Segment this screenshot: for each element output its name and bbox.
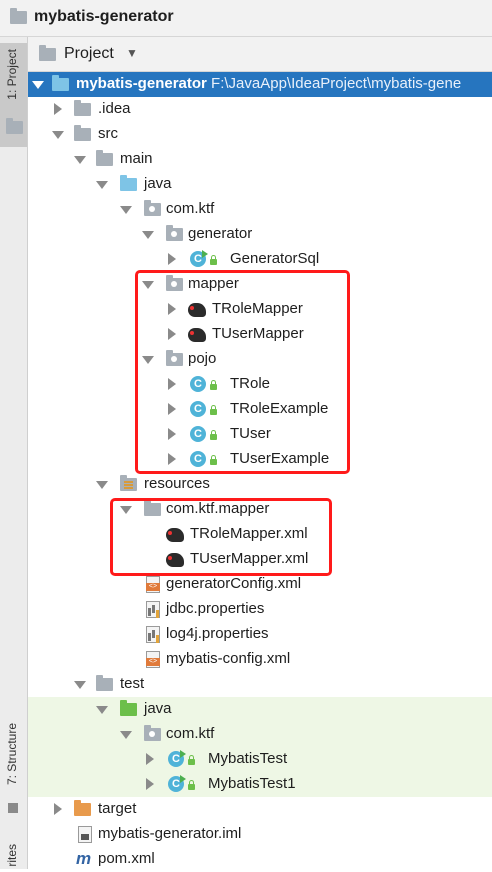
tree-item-label: MybatisTest1 [208, 775, 296, 792]
resources-folder-icon [120, 475, 137, 491]
chevron-down-icon[interactable]: ▼ [126, 46, 138, 60]
chevron-right-icon[interactable] [146, 753, 154, 765]
tree-item-test[interactable]: test [28, 672, 492, 697]
tree-item-src[interactable]: src [28, 122, 492, 147]
tree-item-label: generator [188, 225, 253, 242]
chevron-down-icon[interactable] [96, 481, 108, 489]
project-view-header: Project ▼ [28, 37, 492, 72]
tree-item-label: mybatis-generator.iml [98, 825, 242, 842]
xml-file-icon [146, 651, 160, 668]
run-marker-icon [180, 775, 186, 783]
chevron-right-icon[interactable] [54, 803, 62, 815]
tree-item-label: main [120, 150, 153, 167]
root-name: mybatis-generator [76, 75, 207, 92]
tree-item-label: GeneratorSql [230, 250, 320, 267]
project-view-selector[interactable]: Project [64, 45, 114, 63]
tree-item-label: com.ktf [166, 200, 215, 217]
tab-structure[interactable]: 7: Structure [0, 719, 27, 819]
tree-item-label: generatorConfig.xml [166, 575, 302, 592]
run-marker-icon [202, 250, 208, 258]
tree-item-test-com-ktf[interactable]: com.ktf [28, 722, 492, 747]
module-file-icon [78, 826, 92, 843]
chevron-down-icon[interactable] [52, 131, 64, 139]
chevron-down-icon[interactable] [74, 681, 86, 689]
folder-icon [74, 100, 91, 116]
source-folder-icon [120, 175, 137, 191]
folder-icon [96, 150, 113, 166]
xml-file-icon [146, 576, 160, 593]
tab-favorites[interactable]: rites [0, 842, 27, 869]
chevron-down-icon[interactable] [96, 181, 108, 189]
tree-item-label: java [144, 175, 172, 192]
tree-item-pom[interactable]: m pom.xml [28, 847, 492, 872]
tree-root[interactable]: mybatis-generator F:\JavaApp\IdeaProject… [28, 72, 492, 97]
tree-item-java[interactable]: java [28, 172, 492, 197]
chevron-right-icon[interactable] [54, 103, 62, 115]
window-title: mybatis-generator [34, 8, 174, 25]
chevron-down-icon[interactable] [32, 81, 44, 89]
tree-item-iml[interactable]: mybatis-generator.iml [28, 822, 492, 847]
project-tab-icon [6, 118, 23, 134]
tree-item-test-java[interactable]: java [28, 697, 492, 722]
tab-project-label: 1: Project [5, 49, 19, 100]
chevron-down-icon[interactable] [74, 156, 86, 164]
lock-icon [188, 780, 195, 790]
folder-icon [96, 675, 113, 691]
package-icon [144, 200, 161, 216]
tree-item-label: src [98, 125, 118, 142]
lock-icon [210, 255, 217, 265]
tree-item-main[interactable]: main [28, 147, 492, 172]
project-view-icon [39, 45, 56, 61]
tree-item-label: log4j.properties [166, 625, 269, 642]
tree-item-label: .idea [98, 100, 131, 117]
tree-item-label: pom.xml [98, 850, 155, 867]
properties-file-icon [146, 601, 160, 618]
maven-icon: m [76, 849, 92, 868]
tree-item-mybatistest1[interactable]: C MybatisTest1 [28, 772, 492, 797]
excluded-folder-icon [74, 800, 91, 816]
tree-item-label: jdbc.properties [166, 600, 265, 617]
project-folder-icon [10, 8, 27, 24]
chevron-right-icon[interactable] [168, 253, 176, 265]
tree-item-mybatis-config-xml[interactable]: mybatis-config.xml [28, 647, 492, 672]
test-source-folder-icon [120, 700, 137, 716]
properties-file-icon [146, 626, 160, 643]
root-path: F:\JavaApp\IdeaProject\mybatis-gene [211, 75, 462, 92]
tree-item-label: resources [144, 475, 210, 492]
highlight-box-mapper-pojo [135, 270, 350, 474]
tree-item-generatorsql[interactable]: C GeneratorSql [28, 247, 492, 272]
chevron-down-icon[interactable] [120, 731, 132, 739]
tree-item-resources[interactable]: resources [28, 472, 492, 497]
tab-project[interactable]: 1: Project [0, 43, 27, 147]
tree-item-log4j-properties[interactable]: log4j.properties [28, 622, 492, 647]
tab-favorites-label: rites [5, 844, 19, 867]
tree-item-label: test [120, 675, 145, 692]
tree-item-label: com.ktf [166, 725, 215, 742]
module-folder-icon [52, 75, 69, 91]
package-icon [144, 725, 161, 741]
tree-item-mybatistest[interactable]: C MybatisTest [28, 747, 492, 772]
highlight-box-resources-mapper [110, 498, 332, 576]
tree-item-jdbc-properties[interactable]: jdbc.properties [28, 597, 492, 622]
tab-structure-label: 7: Structure [5, 723, 19, 786]
tree-item-idea[interactable]: .idea [28, 97, 492, 122]
tree-item-label: mybatis-config.xml [166, 650, 291, 667]
tree-item-generator[interactable]: generator [28, 222, 492, 247]
lock-icon [188, 755, 195, 765]
tree-item-com-ktf[interactable]: com.ktf [28, 197, 492, 222]
tree-item-label: target [98, 800, 137, 817]
chevron-down-icon[interactable] [120, 206, 132, 214]
run-marker-icon [180, 750, 186, 758]
left-tool-strip: 1: Project 7: Structure rites [0, 37, 28, 869]
tree-item-target[interactable]: target [28, 797, 492, 822]
chevron-right-icon[interactable] [146, 778, 154, 790]
tree-item-label: java [144, 700, 172, 717]
title-bar: mybatis-generator [0, 0, 492, 37]
package-icon [166, 225, 183, 241]
chevron-down-icon[interactable] [96, 706, 108, 714]
tree-item-label: MybatisTest [208, 750, 288, 767]
folder-icon [74, 125, 91, 141]
structure-icon [8, 803, 18, 813]
chevron-down-icon[interactable] [142, 231, 154, 239]
